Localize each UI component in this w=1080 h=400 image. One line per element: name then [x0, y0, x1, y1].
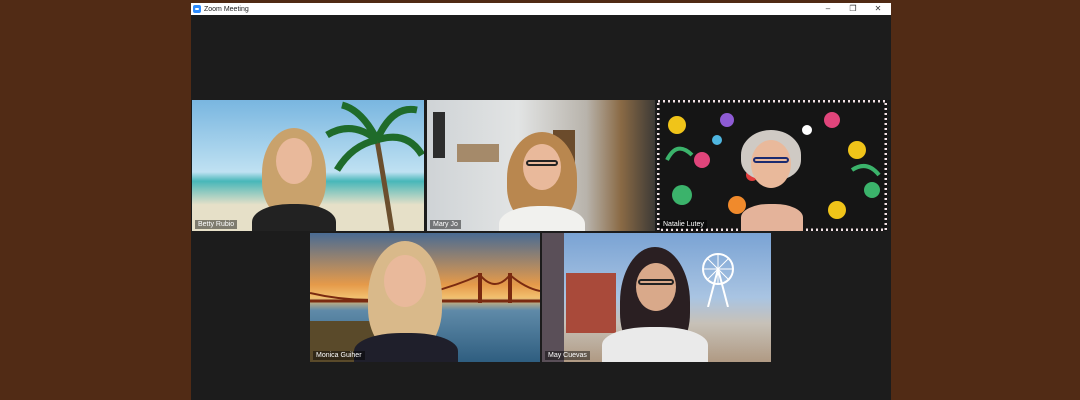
participant-name-label: Natalie Lutey	[660, 220, 707, 229]
picture-frame	[433, 112, 445, 158]
palm-tree-icon	[325, 101, 424, 231]
video-tile-natalie-lutey[interactable]: Natalie Lutey	[657, 100, 887, 231]
participant-name-label: May Cuevas	[545, 351, 590, 360]
zoom-logo-icon	[193, 5, 201, 13]
participant-name-label: Betty Rubio	[195, 220, 238, 229]
building	[542, 233, 564, 362]
restore-button[interactable]: ❐	[840, 3, 866, 15]
window-title: Zoom Meeting	[204, 5, 249, 13]
title-bar: Zoom Meeting – ❐ ✕	[191, 3, 891, 15]
video-tile-betty-rubio[interactable]: Betty Rubio	[192, 100, 424, 231]
zoom-window: Zoom Meeting – ❐ ✕ Betty Rubio Mary Jo N…	[191, 3, 891, 400]
shelf	[457, 144, 499, 162]
left-backdrop	[0, 0, 192, 400]
buildings	[566, 273, 616, 333]
video-tile-mary-jo[interactable]: Mary Jo	[427, 100, 655, 231]
close-button[interactable]: ✕	[865, 3, 891, 15]
minimize-button[interactable]: –	[815, 3, 841, 15]
ferris-wheel-icon	[702, 253, 734, 307]
participant-name-label: Mary Jo	[430, 220, 461, 229]
video-tile-may-cuevas[interactable]: May Cuevas	[542, 233, 771, 362]
video-tile-monica-guiher[interactable]: Monica Guiher	[310, 233, 540, 362]
right-backdrop	[891, 0, 1080, 400]
participant-name-label: Monica Guiher	[313, 351, 365, 360]
